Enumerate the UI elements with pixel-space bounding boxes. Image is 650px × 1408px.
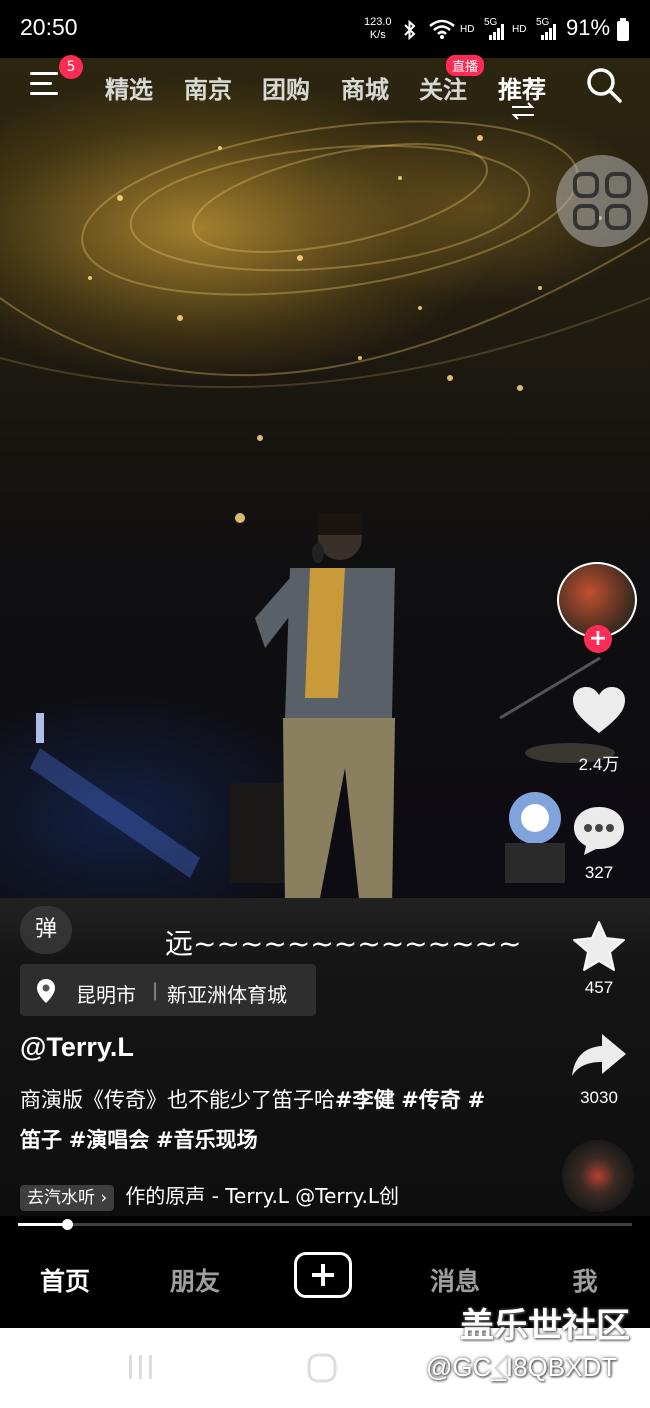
music-app-label: 去汽水听 (27, 1188, 95, 1208)
share-count: 3030 (580, 1088, 618, 1107)
floating-grid-button[interactable] (556, 155, 648, 247)
signal-icon-1 (489, 24, 504, 40)
progress-track[interactable] (18, 1223, 632, 1226)
hashtag[interactable]: #音乐现场 (156, 1128, 258, 1152)
location-city: 昆明市 (76, 983, 136, 1007)
menu-notification-badge: 5 (59, 55, 83, 79)
comment-count: 327 (584, 863, 614, 882)
caption-text: 商演版《传奇》也不能少了笛子哈 (20, 1088, 335, 1112)
favorite-count: 457 (584, 978, 614, 997)
battery-level: 91% (566, 15, 611, 40)
location-place: 新亚洲体育城 (167, 983, 287, 1007)
like-count: 2.4万 (578, 755, 620, 774)
battery-icon (617, 18, 629, 41)
tab-featured[interactable]: 精选 (105, 70, 153, 105)
search-icon[interactable] (585, 66, 623, 104)
location-tag[interactable]: 昆明市 | 新亚洲体育城 (20, 964, 316, 1016)
network-speed-value: 123.0 (364, 16, 392, 28)
live-badge: 直播 (446, 55, 485, 76)
watermark-site: 盖乐世社区 (460, 1306, 630, 1346)
share-arrow-icon[interactable] (570, 1032, 628, 1078)
tab-home[interactable]: 首页 (20, 1262, 110, 1298)
chevron-right-icon: › (100, 1188, 108, 1208)
network-speed: 123.0 K/s (364, 16, 392, 42)
hashtag[interactable]: #演唱会 (69, 1128, 150, 1152)
music-row[interactable]: 去汽水听 › 作的原声 - Terry.L @Terry.L创 (20, 1180, 460, 1212)
like-heart-icon[interactable] (571, 685, 627, 735)
hashtag[interactable]: #传奇 (401, 1088, 461, 1112)
music-disc[interactable] (562, 1140, 634, 1212)
create-post-button[interactable] (294, 1252, 352, 1298)
favorite-star-icon[interactable] (572, 920, 626, 972)
hd-label-1: HD (460, 24, 475, 35)
tab-friends[interactable]: 朋友 (150, 1262, 240, 1298)
music-app-link[interactable]: 去汽水听 › (20, 1185, 115, 1211)
signal-icon-2 (541, 24, 556, 40)
location-pin-icon (37, 979, 55, 1003)
tab-mall[interactable]: 商城 (341, 70, 389, 105)
hashtag[interactable]: #李健 (335, 1088, 395, 1112)
video-caption: 商演版《传奇》也不能少了笛子哈#李健 #传奇 #笛子 #演唱会 #音乐现场 (20, 1080, 500, 1160)
grid-icon (573, 172, 631, 230)
progress-handle[interactable] (62, 1219, 74, 1230)
network-speed-unit: K/s (369, 29, 386, 41)
recent-apps-icon[interactable] (126, 1352, 156, 1382)
tab-messages[interactable]: 消息 (410, 1262, 500, 1298)
watermark-user: @GC_I8QBXDT (426, 1352, 618, 1382)
author-username[interactable]: @Terry.L (20, 1032, 134, 1063)
music-title: 作的原声 - Terry.L @Terry.L创 (125, 1184, 400, 1208)
wifi-icon (429, 19, 455, 39)
danmaku-toggle-button[interactable]: 弹 (20, 906, 72, 954)
hd-label-2: HD (512, 24, 527, 35)
floating-danmaku-comment: 远~~~~~~~~~~~~~~ (165, 927, 522, 960)
tab-recommend[interactable]: 推荐 (498, 70, 546, 105)
comment-icon[interactable] (572, 805, 626, 857)
tab-nanjing[interactable]: 南京 (184, 70, 232, 105)
bluetooth-icon (404, 20, 416, 40)
follow-plus-icon[interactable]: + (584, 625, 612, 653)
menu-icon[interactable] (30, 70, 60, 98)
tab-group-buy[interactable]: 团购 (262, 70, 310, 105)
location-divider: | (152, 980, 159, 1001)
tab-me[interactable]: 我 (540, 1262, 630, 1298)
plus-icon (312, 1264, 334, 1286)
home-button-icon[interactable] (306, 1352, 338, 1384)
status-time: 20:50 (20, 14, 78, 40)
progress-fill (18, 1223, 68, 1226)
switch-arrows-icon[interactable] (510, 102, 536, 120)
